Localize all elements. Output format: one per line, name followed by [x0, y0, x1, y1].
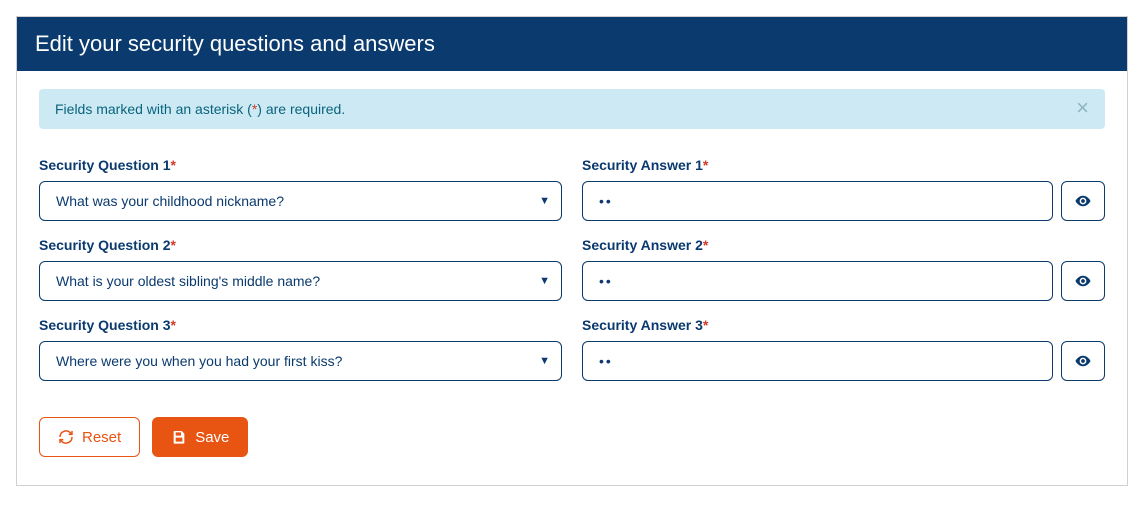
question-2-group: Security Question 2* What is your oldest… — [39, 237, 562, 301]
required-marker: * — [703, 157, 708, 173]
save-icon — [171, 429, 187, 445]
eye-icon — [1074, 192, 1092, 210]
answer-2-group: Security Answer 2* — [582, 237, 1105, 301]
panel-body: Fields marked with an asterisk ( * ) are r… — [17, 71, 1127, 485]
answer-2-input[interactable] — [582, 261, 1053, 301]
question-1-group: Security Question 1* What was your child… — [39, 157, 562, 221]
question-3-label: Security Question 3* — [39, 317, 562, 333]
question-2-label: Security Question 2* — [39, 237, 562, 253]
eye-icon — [1074, 272, 1092, 290]
reset-button-label: Reset — [82, 429, 121, 446]
toggle-answer-2-visibility[interactable] — [1061, 261, 1105, 301]
question-2-label-text: Security Question 2 — [39, 237, 170, 253]
question-2-select[interactable]: What is your oldest sibling's middle nam… — [39, 261, 562, 301]
answer-3-label-text: Security Answer 3 — [582, 317, 703, 333]
required-marker: * — [170, 317, 175, 333]
answer-1-label-text: Security Answer 1 — [582, 157, 703, 173]
answer-3-group: Security Answer 3* — [582, 317, 1105, 381]
answer-1-input[interactable] — [582, 181, 1053, 221]
refresh-icon — [58, 429, 74, 445]
answer-3-input[interactable] — [582, 341, 1053, 381]
reset-button[interactable]: Reset — [39, 417, 140, 457]
alert-text-after: ) are required. — [257, 101, 345, 117]
required-marker: * — [170, 237, 175, 253]
question-1-select[interactable]: What was your childhood nickname? — [39, 181, 562, 221]
alert-text-before: Fields marked with an asterisk ( — [55, 101, 252, 117]
close-icon: × — [1076, 95, 1089, 120]
answer-2-label-text: Security Answer 2 — [582, 237, 703, 253]
form-actions: Reset Save — [39, 417, 1105, 457]
form-grid: Security Question 1* What was your child… — [39, 157, 1105, 387]
save-button-label: Save — [195, 429, 229, 446]
question-3-label-text: Security Question 3 — [39, 317, 170, 333]
security-questions-panel: Edit your security questions and answers… — [16, 16, 1128, 486]
eye-icon — [1074, 352, 1092, 370]
alert-close-button[interactable]: × — [1070, 95, 1095, 121]
required-marker: * — [703, 317, 708, 333]
toggle-answer-1-visibility[interactable] — [1061, 181, 1105, 221]
question-1-label-text: Security Question 1 — [39, 157, 170, 173]
question-3-group: Security Question 3* Where were you when… — [39, 317, 562, 381]
save-button[interactable]: Save — [152, 417, 248, 457]
answer-1-group: Security Answer 1* — [582, 157, 1105, 221]
required-marker: * — [703, 237, 708, 253]
question-3-select[interactable]: Where were you when you had your first k… — [39, 341, 562, 381]
question-1-label: Security Question 1* — [39, 157, 562, 173]
page-title: Edit your security questions and answers — [35, 31, 435, 56]
answer-2-label: Security Answer 2* — [582, 237, 1105, 253]
toggle-answer-3-visibility[interactable] — [1061, 341, 1105, 381]
required-fields-alert: Fields marked with an asterisk (*) are r… — [39, 89, 1105, 129]
answer-1-label: Security Answer 1* — [582, 157, 1105, 173]
required-marker: * — [170, 157, 175, 173]
panel-header: Edit your security questions and answers — [17, 17, 1127, 71]
answer-3-label: Security Answer 3* — [582, 317, 1105, 333]
